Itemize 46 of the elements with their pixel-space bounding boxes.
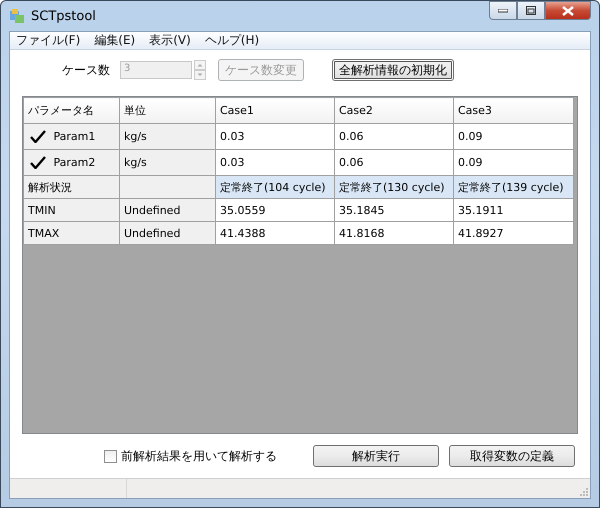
column-header[interactable]: パラメータ名 (24, 98, 120, 124)
table-cell: 0.03 (216, 124, 334, 150)
close-icon (562, 6, 574, 16)
row-header[interactable]: 解析状況 (24, 176, 120, 199)
param-name: Param1 (54, 130, 96, 143)
table-cell: 0.06 (334, 124, 454, 150)
reset-button[interactable]: 全解析情報の初期化 (332, 59, 454, 82)
row-header[interactable]: Param2 (24, 150, 120, 176)
param-name: Param2 (54, 156, 96, 169)
column-header[interactable]: Case1 (216, 98, 334, 124)
column-header[interactable]: 単位 (120, 98, 216, 124)
table-cell: Undefined (120, 222, 216, 245)
case-count-label: ケース数 (62, 62, 110, 79)
close-button[interactable] (545, 1, 591, 20)
resize-grip-icon (580, 488, 588, 496)
table-cell: 41.8927 (454, 222, 574, 245)
table-cell: 35.1911 (454, 198, 574, 222)
row-header[interactable]: TMAX (24, 222, 120, 245)
row-header[interactable]: TMIN (24, 198, 120, 222)
table-cell: 定常終了(139 cycle) (454, 176, 574, 199)
table-cell: kg/s (120, 124, 216, 150)
action-button[interactable]: 取得変数の定義 (449, 445, 575, 468)
maximize-icon (526, 6, 536, 15)
table-cell: Undefined (120, 198, 216, 222)
table-cell: 定常終了(130 cycle) (334, 176, 454, 199)
column-header[interactable]: Case2 (334, 98, 454, 124)
table-cell: 0.09 (454, 124, 574, 150)
checkbox[interactable] (104, 450, 117, 463)
minimize-button[interactable] (489, 1, 517, 20)
table-cell: 35.0559 (216, 198, 334, 222)
menu-item[interactable]: 表示(V) (149, 32, 191, 50)
row-header[interactable]: Param1 (24, 124, 120, 150)
table-cell: 35.1845 (334, 198, 454, 222)
menu-item[interactable]: 編集(E) (94, 32, 136, 50)
table-cell: 41.8168 (334, 222, 454, 245)
window-title: SCTpstool (31, 8, 96, 24)
app-icon (9, 8, 25, 24)
table-cell: kg/s (120, 150, 216, 176)
menu-item[interactable]: ヘルプ(H) (204, 32, 260, 50)
table-cell: 41.4388 (216, 222, 334, 245)
action-button[interactable]: 解析実行 (313, 445, 439, 468)
column-header[interactable]: Case3 (454, 98, 574, 124)
maximize-button[interactable] (517, 1, 545, 20)
menu-item[interactable]: ファイル(F) (16, 32, 80, 50)
table-cell: 定常終了(104 cycle) (216, 176, 334, 199)
minimize-icon (498, 8, 508, 12)
